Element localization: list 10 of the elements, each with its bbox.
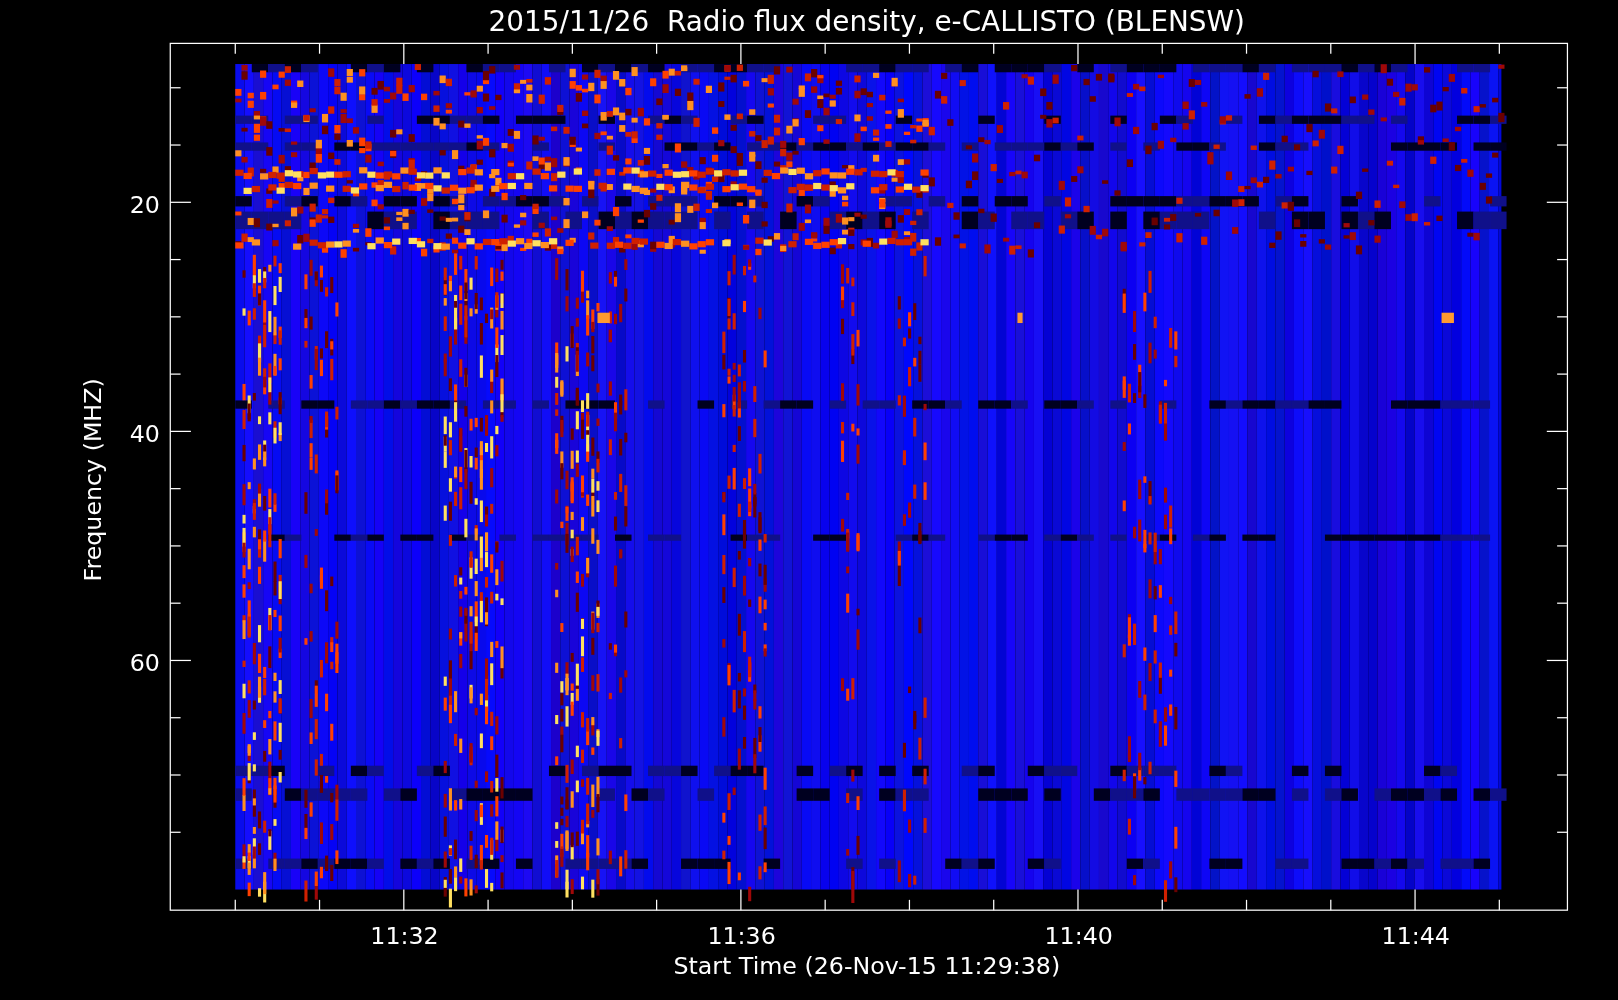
x-tick-label: 11:40 — [1044, 922, 1113, 951]
x-tick-label: 11:36 — [707, 922, 776, 951]
chart-title: 2015/11/26 Radio flux density, e-CALLISTO (BLENSW) — [488, 5, 1245, 38]
x-axis-label: Start Time (26-Nov-15 11:29:38) — [673, 952, 1061, 981]
x-tick-label: 11:44 — [1381, 922, 1450, 951]
y-axis-label: Frequency (MHZ) — [79, 378, 108, 582]
y-tick-label: 20 — [129, 190, 160, 219]
y-tick-label: 40 — [129, 419, 160, 448]
x-tick-label: 11:32 — [370, 922, 439, 951]
y-tick-label: 60 — [129, 648, 160, 677]
